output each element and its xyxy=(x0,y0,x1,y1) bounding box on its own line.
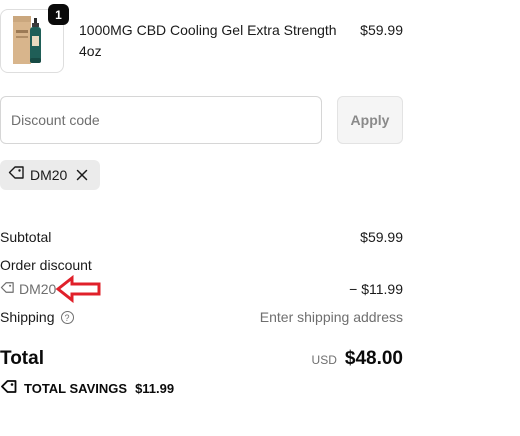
total-currency: USD xyxy=(311,353,337,367)
total-label: Total xyxy=(0,348,44,369)
applied-discount-chip: DM20 xyxy=(0,160,100,190)
apply-button[interactable]: Apply xyxy=(337,96,403,144)
order-summary: 1 1000MG CBD Cooling Gel Extra Strength … xyxy=(0,0,520,436)
total-savings-amount: $11.99 xyxy=(135,380,175,396)
discount-code-text: DM20 xyxy=(19,281,57,297)
annotation-arrow-icon xyxy=(55,275,101,303)
total-savings-label: TOTAL SAVINGS xyxy=(24,380,128,396)
discount-code-line: DM20 xyxy=(0,281,56,297)
help-icon[interactable]: ? xyxy=(60,310,74,324)
applied-code-label: DM20 xyxy=(30,167,68,183)
total-value-group: USD $48.00 xyxy=(312,348,403,370)
subtotal-value: $59.99 xyxy=(360,229,403,245)
tag-icon xyxy=(8,165,25,185)
product-name: 1000MG CBD Cooling Gel Extra Strength 4o… xyxy=(79,22,337,59)
shipping-row: Shipping ? xyxy=(0,309,74,325)
close-icon xyxy=(77,169,88,181)
order-discount-label: Order discount xyxy=(0,257,92,273)
total-savings-row: TOTAL SAVINGS $11.99 xyxy=(0,379,174,397)
shipping-value: Enter shipping address xyxy=(259,309,403,325)
quantity-badge: 1 xyxy=(48,4,69,25)
discount-code-input[interactable] xyxy=(0,96,322,144)
tag-icon xyxy=(0,281,15,297)
product-price: $59.99 xyxy=(360,22,403,38)
total-amount: $48.00 xyxy=(344,348,403,369)
remove-discount-button[interactable] xyxy=(75,168,89,182)
discount-amount: − $11.99 xyxy=(349,281,403,297)
subtotal-label: Subtotal xyxy=(0,229,52,245)
shipping-label: Shipping xyxy=(0,309,55,325)
tag-icon xyxy=(0,379,18,397)
